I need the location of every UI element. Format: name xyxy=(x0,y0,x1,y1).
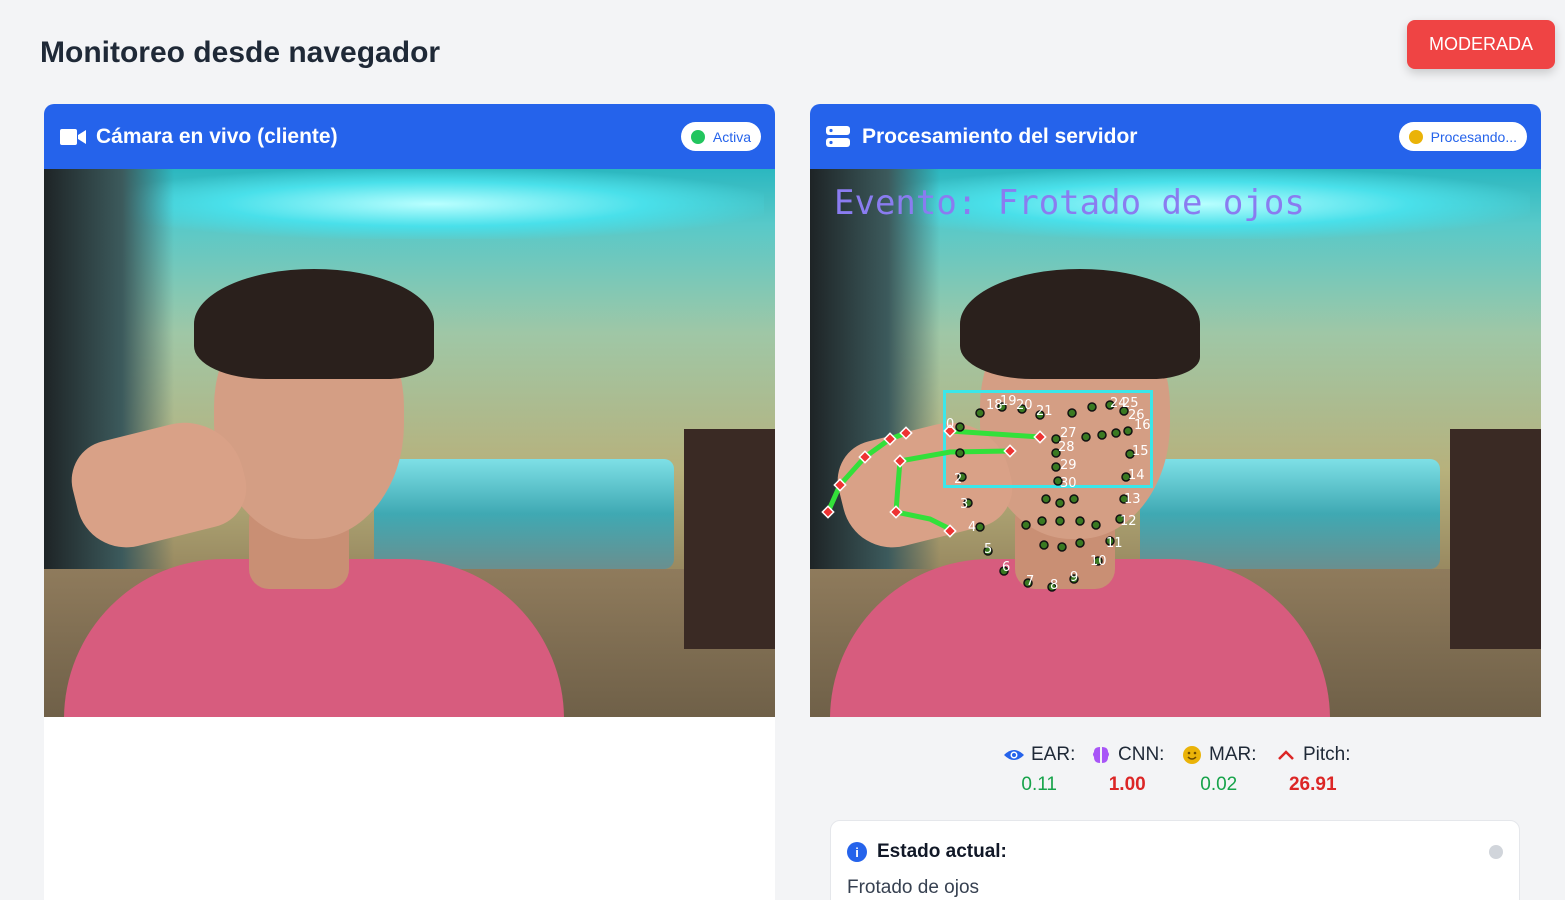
metric-ear: EAR: 0.11 xyxy=(1003,744,1075,796)
video-camera-icon xyxy=(60,126,86,148)
svg-text:2: 2 xyxy=(954,472,962,487)
metrics-row: EAR: 0.11 CNN: 1.00 MAR: 0.02 Pitch: 26.… xyxy=(810,717,1541,807)
svg-text:6: 6 xyxy=(1002,560,1010,575)
svg-text:30: 30 xyxy=(1060,476,1077,491)
client-video-feed xyxy=(44,169,775,717)
svg-text:12: 12 xyxy=(1120,514,1137,529)
camera-panel-header: Cámara en vivo (cliente) Activa xyxy=(44,104,775,169)
metric-mar-value: 0.02 xyxy=(1200,774,1238,795)
svg-text:14: 14 xyxy=(1128,468,1145,483)
svg-text:19: 19 xyxy=(1000,394,1017,409)
server-panel: Procesamiento del servidor Procesando... xyxy=(810,104,1541,900)
svg-text:4: 4 xyxy=(968,520,976,535)
metric-pitch-value: 26.91 xyxy=(1288,774,1337,795)
camera-status-badge: Activa xyxy=(680,122,761,151)
brain-icon xyxy=(1090,744,1112,766)
processed-video-feed: 023 456 789 10 11 12 13 14 15 16 18 19 20 21 24 … xyxy=(810,169,1541,717)
eye-icon xyxy=(1003,744,1025,766)
severity-alert-button[interactable]: MODERADA xyxy=(1407,20,1555,69)
server-status-badge: Procesando... xyxy=(1398,122,1527,151)
metric-mar: MAR: 0.02 xyxy=(1181,744,1257,796)
metric-pitch: Pitch: 26.91 xyxy=(1275,744,1351,796)
overlay-event-label: Evento: Frotado de ojos xyxy=(834,183,1305,223)
svg-text:21: 21 xyxy=(1036,404,1053,419)
info-icon: i xyxy=(847,842,867,862)
state-value: Frotado de ojos xyxy=(847,877,980,898)
metric-cnn-value: 1.00 xyxy=(1108,774,1146,795)
server-panel-title: Procesamiento del servidor xyxy=(862,124,1138,148)
camera-panel-title: Cámara en vivo (cliente) xyxy=(96,124,338,148)
svg-text:15: 15 xyxy=(1132,444,1149,459)
current-state-card: i Estado actual: Frotado de ojos xyxy=(830,820,1520,900)
svg-text:7: 7 xyxy=(1026,574,1034,589)
metric-ear-value: 0.11 xyxy=(1021,774,1057,795)
status-dot-icon xyxy=(690,129,705,144)
metric-pitch-label: Pitch: xyxy=(1303,744,1351,765)
status-dot-icon xyxy=(1408,129,1423,144)
svg-text:9: 9 xyxy=(1070,570,1078,585)
metric-cnn: CNN: 1.00 xyxy=(1090,744,1164,796)
svg-text:29: 29 xyxy=(1060,458,1077,473)
metric-mar-label: MAR: xyxy=(1209,744,1257,765)
landmark-overlay: 023 456 7 89 101112 131415 161819 20 2124 … xyxy=(821,394,1151,593)
camera-status-label: Activa xyxy=(712,128,751,145)
metric-ear-label: EAR: xyxy=(1031,744,1076,765)
state-title: Estado actual: xyxy=(877,841,1007,862)
svg-text:13: 13 xyxy=(1124,492,1141,507)
metric-cnn-label: CNN: xyxy=(1118,744,1165,765)
server-panel-header: Procesamiento del servidor Procesando... xyxy=(810,104,1541,169)
svg-text:0: 0 xyxy=(946,417,954,432)
smile-icon xyxy=(1181,744,1203,766)
svg-text:8: 8 xyxy=(1050,578,1058,593)
svg-text:26: 26 xyxy=(1128,408,1145,423)
chevron-up-icon xyxy=(1275,744,1297,766)
server-icon xyxy=(826,125,852,148)
svg-text:3: 3 xyxy=(960,497,968,512)
server-status-label: Procesando... xyxy=(1430,128,1517,145)
state-indicator-dot xyxy=(1489,845,1503,859)
svg-text:10: 10 xyxy=(1090,554,1107,569)
svg-text:5: 5 xyxy=(984,542,992,557)
page-title: Monitoreo desde navegador xyxy=(40,36,441,69)
svg-text:11: 11 xyxy=(1106,536,1123,551)
svg-text:28: 28 xyxy=(1058,440,1075,455)
camera-panel: Cámara en vivo (cliente) Activa xyxy=(44,104,775,900)
svg-text:20: 20 xyxy=(1016,398,1033,413)
svg-text:27: 27 xyxy=(1060,426,1077,441)
